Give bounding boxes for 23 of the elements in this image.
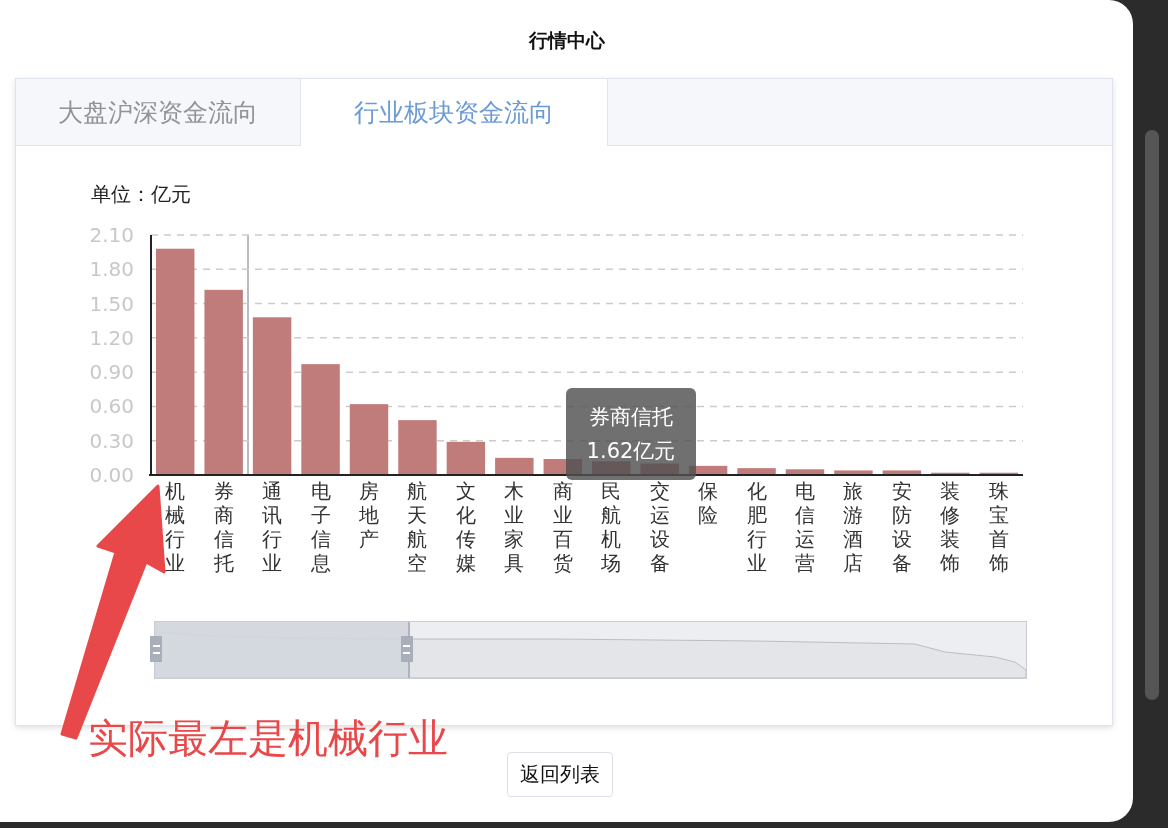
axis-label: 券商信托 (213, 479, 234, 575)
unit-label: 单位：亿元 (91, 182, 192, 206)
tooltip-value: 1.62亿元 (586, 438, 676, 464)
axis-label: 电信运营 (795, 479, 815, 575)
tooltip-title: 券商信托 (589, 404, 673, 430)
axis-label: 保险 (698, 479, 719, 527)
axis-label: 交运设备 (649, 479, 670, 575)
axis-label: 装修装饰 (940, 479, 961, 575)
axis-label: 珠宝首饰 (988, 479, 1009, 575)
window-title: 行情中心 (528, 28, 605, 52)
axis-label: 文化传媒 (455, 479, 476, 575)
axis-label: 电子信息 (310, 479, 331, 575)
axis-label: 旅游酒店 (843, 479, 864, 575)
annotation-text: 实际最左是机械行业 (88, 714, 448, 763)
axis-label: 民航机场 (601, 479, 622, 575)
axis-label: 安防设备 (891, 479, 912, 575)
axis-label: 机械行业 (165, 479, 186, 575)
axis-label: 商业百货 (552, 479, 573, 575)
axis-label: 通讯行业 (262, 479, 283, 575)
axis-label: 化肥行业 (746, 479, 767, 575)
axis-label: 房地产 (359, 479, 379, 551)
axis-label: 木业家具 (504, 479, 525, 575)
axis-label: 航天航空 (407, 479, 428, 575)
